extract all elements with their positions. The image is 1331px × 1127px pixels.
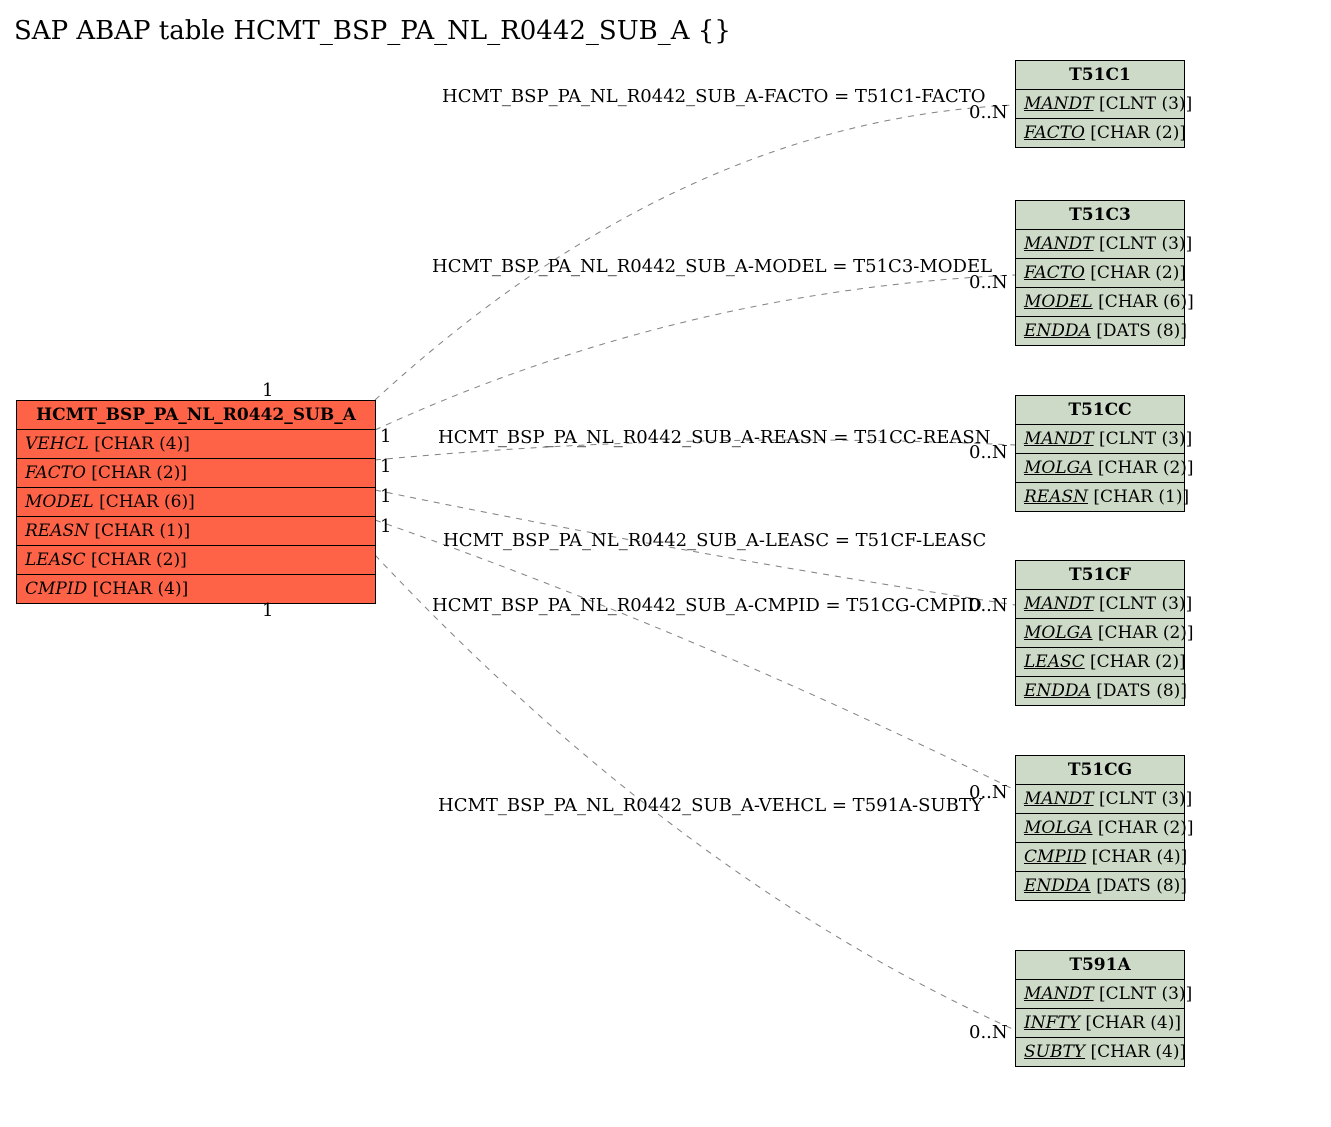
- relation-label: HCMT_BSP_PA_NL_R0442_SUB_A-VEHCL = T591A…: [438, 795, 983, 816]
- field-row: MANDT [CLNT (3)]: [1016, 785, 1184, 814]
- entity-t51cg: T51CG MANDT [CLNT (3)] MOLGA [CHAR (2)] …: [1015, 755, 1185, 901]
- entity-t51cc: T51CC MANDT [CLNT (3)] MOLGA [CHAR (2)] …: [1015, 395, 1185, 512]
- field-row: MANDT [CLNT (3)]: [1016, 425, 1184, 454]
- relation-label: HCMT_BSP_PA_NL_R0442_SUB_A-CMPID = T51CG…: [432, 595, 982, 616]
- relation-label: HCMT_BSP_PA_NL_R0442_SUB_A-FACTO = T51C1…: [442, 86, 986, 107]
- field-row: INFTY [CHAR (4)]: [1016, 1009, 1184, 1038]
- field-row: MANDT [CLNT (3)]: [1016, 980, 1184, 1009]
- cardinality-left: 1: [262, 600, 273, 621]
- field-row: MOLGA [CHAR (2)]: [1016, 454, 1184, 483]
- main-entity: HCMT_BSP_PA_NL_R0442_SUB_A VEHCL [CHAR (…: [16, 400, 376, 604]
- cardinality-left: 1: [380, 456, 391, 477]
- entity-header: T51C3: [1016, 201, 1184, 230]
- field-row: MANDT [CLNT (3)]: [1016, 590, 1184, 619]
- relation-label: HCMT_BSP_PA_NL_R0442_SUB_A-LEASC = T51CF…: [443, 530, 986, 551]
- cardinality-right: 0..N: [969, 102, 1008, 123]
- field-row: LEASC [CHAR (2)]: [1016, 648, 1184, 677]
- entity-t51c3: T51C3 MANDT [CLNT (3)] FACTO [CHAR (2)] …: [1015, 200, 1185, 346]
- entity-header: T51C1: [1016, 61, 1184, 90]
- field-row: MOLGA [CHAR (2)]: [1016, 814, 1184, 843]
- field-row: VEHCL [CHAR (4)]: [17, 430, 375, 459]
- cardinality-right: 0..N: [969, 595, 1008, 616]
- field-row: CMPID [CHAR (4)]: [17, 575, 375, 603]
- page-title: SAP ABAP table HCMT_BSP_PA_NL_R0442_SUB_…: [14, 16, 731, 46]
- field-row: FACTO [CHAR (2)]: [1016, 259, 1184, 288]
- cardinality-left: 1: [380, 426, 391, 447]
- field-row: ENDDA [DATS (8)]: [1016, 872, 1184, 900]
- field-row: MANDT [CLNT (3)]: [1016, 230, 1184, 259]
- field-row: CMPID [CHAR (4)]: [1016, 843, 1184, 872]
- field-row: REASN [CHAR (1)]: [1016, 483, 1184, 511]
- cardinality-right: 0..N: [969, 272, 1008, 293]
- field-row: ENDDA [DATS (8)]: [1016, 677, 1184, 705]
- field-row: MOLGA [CHAR (2)]: [1016, 619, 1184, 648]
- relation-label: HCMT_BSP_PA_NL_R0442_SUB_A-MODEL = T51C3…: [432, 256, 992, 277]
- entity-header: T51CF: [1016, 561, 1184, 590]
- cardinality-right: 0..N: [969, 442, 1008, 463]
- field-row: SUBTY [CHAR (4)]: [1016, 1038, 1184, 1066]
- main-entity-header: HCMT_BSP_PA_NL_R0442_SUB_A: [17, 401, 375, 430]
- entity-t51cf: T51CF MANDT [CLNT (3)] MOLGA [CHAR (2)] …: [1015, 560, 1185, 706]
- field-row: MANDT [CLNT (3)]: [1016, 90, 1184, 119]
- cardinality-right: 0..N: [969, 782, 1008, 803]
- field-row: MODEL [CHAR (6)]: [1016, 288, 1184, 317]
- cardinality-left: 1: [262, 380, 273, 401]
- entity-header: T51CC: [1016, 396, 1184, 425]
- field-row: FACTO [CHAR (2)]: [17, 459, 375, 488]
- cardinality-left: 1: [380, 516, 391, 537]
- entity-header: T51CG: [1016, 756, 1184, 785]
- field-row: MODEL [CHAR (6)]: [17, 488, 375, 517]
- entity-t591a: T591A MANDT [CLNT (3)] INFTY [CHAR (4)] …: [1015, 950, 1185, 1067]
- cardinality-right: 0..N: [969, 1022, 1008, 1043]
- cardinality-left: 1: [380, 486, 391, 507]
- entity-header: T591A: [1016, 951, 1184, 980]
- field-row: LEASC [CHAR (2)]: [17, 546, 375, 575]
- field-row: FACTO [CHAR (2)]: [1016, 119, 1184, 147]
- field-row: REASN [CHAR (1)]: [17, 517, 375, 546]
- relation-label: HCMT_BSP_PA_NL_R0442_SUB_A-REASN = T51CC…: [438, 427, 991, 448]
- field-row: ENDDA [DATS (8)]: [1016, 317, 1184, 345]
- entity-t51c1: T51C1 MANDT [CLNT (3)] FACTO [CHAR (2)]: [1015, 60, 1185, 148]
